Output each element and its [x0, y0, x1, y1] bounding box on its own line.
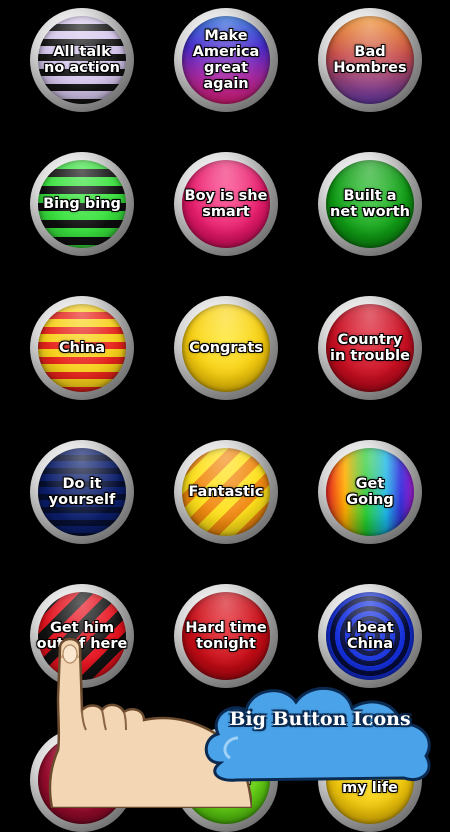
sound-button-country-in-trouble[interactable]: Country in trouble: [318, 296, 422, 400]
button-label: Do it yourself: [48, 476, 116, 508]
button-label: Country in trouble: [330, 332, 410, 364]
sound-button-bad-hombres[interactable]: Bad Hombres: [318, 8, 422, 112]
button-label: Get Going: [346, 476, 394, 508]
button-label: I beat China: [346, 620, 394, 652]
button-label: Make America great again: [192, 28, 260, 92]
button-label: Get him out of here: [36, 620, 128, 652]
sound-button-row6-left[interactable]: [30, 728, 134, 832]
sound-button-fantastic[interactable]: Fantastic: [174, 440, 278, 544]
button-face: [38, 736, 126, 824]
sound-button-get-going[interactable]: Get Going: [318, 440, 422, 544]
button-label: All talk no action: [44, 44, 120, 76]
sound-button-make-america[interactable]: Make America great again: [174, 8, 278, 112]
sound-button-built-a-net-worth[interactable]: Built a net worth: [318, 152, 422, 256]
sound-button-congrats[interactable]: Congrats: [174, 296, 278, 400]
button-label: China: [58, 340, 106, 356]
button-label: Fantastic: [188, 484, 264, 500]
sound-button-all-talk[interactable]: All talk no action: [30, 8, 134, 112]
sound-button-do-it-yourself[interactable]: Do it yourself: [30, 440, 134, 544]
banner-title: Big Button Icons: [229, 708, 411, 730]
button-label: Bing bing: [43, 196, 121, 212]
sound-button-bing-bing[interactable]: Bing bing: [30, 152, 134, 256]
button-label: Built a net worth: [330, 188, 410, 220]
button-label: Boy is she smart: [184, 188, 268, 220]
button-label: Hard time tonight: [185, 620, 267, 652]
button-label: Bad Hombres: [333, 44, 407, 76]
sound-button-get-him-out[interactable]: Get him out of here: [30, 584, 134, 688]
button-label: Congrats: [189, 340, 263, 356]
sound-button-boy-is-she-smart[interactable]: Boy is she smart: [174, 152, 278, 256]
sound-button-china[interactable]: China: [30, 296, 134, 400]
